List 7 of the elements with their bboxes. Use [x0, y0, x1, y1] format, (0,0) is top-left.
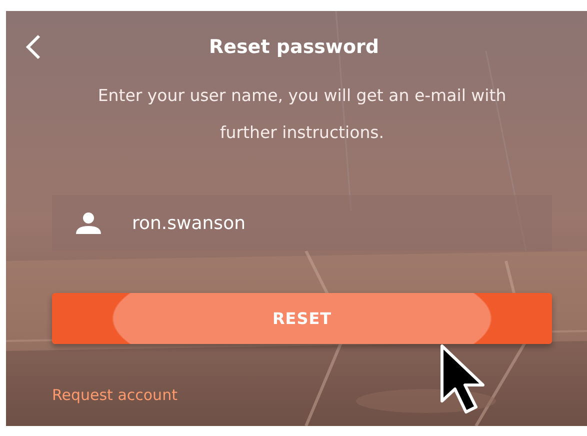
user-icon [76, 212, 101, 234]
request-account-link[interactable]: Request account [52, 386, 178, 404]
page-title: Reset password [208, 36, 380, 58]
instructions-text: Enter your user name, you will get an e-mail with further instructions. [96, 85, 508, 144]
username-field[interactable]: ron.swanson [52, 195, 552, 251]
chevron-left-icon [25, 34, 41, 60]
reset-button[interactable]: RESET [52, 293, 552, 344]
